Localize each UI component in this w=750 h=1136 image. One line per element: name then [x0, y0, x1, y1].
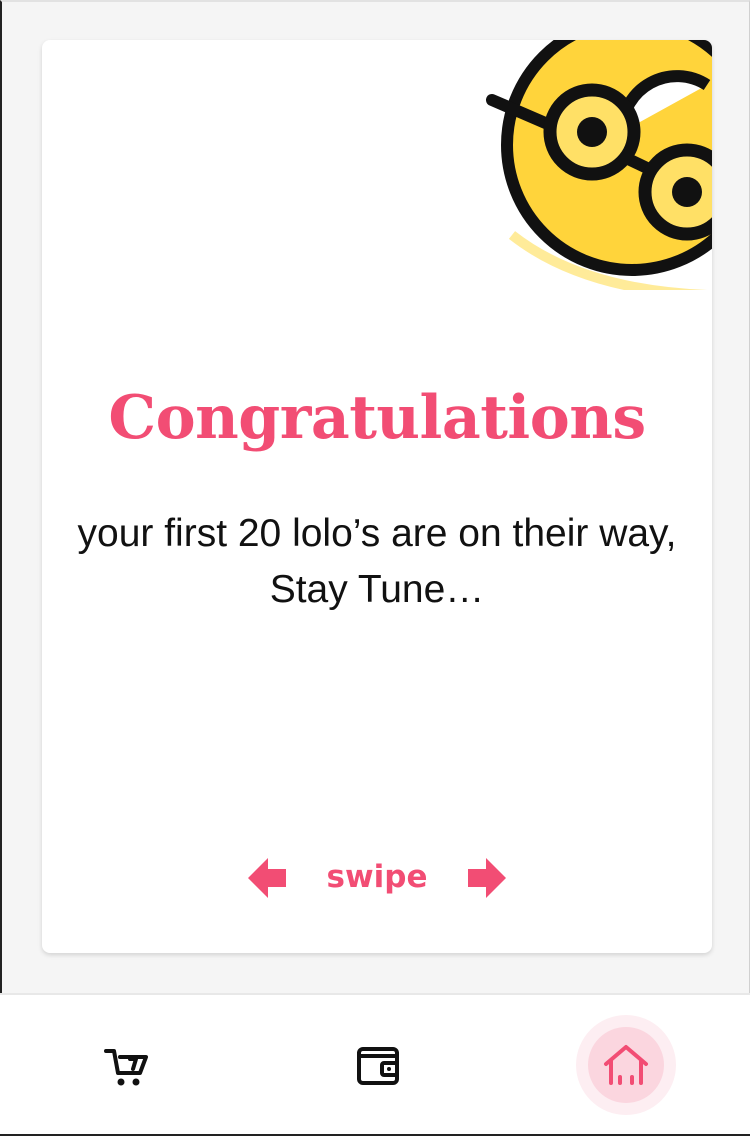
nav-wallet-button[interactable]	[352, 1043, 404, 1089]
bottom-navigation	[0, 993, 750, 1136]
swipe-label: swipe	[326, 859, 428, 895]
wallet-icon	[357, 1047, 399, 1085]
congrats-message: your first 20 lolo’s are on their way, S…	[77, 512, 677, 611]
cart-icon	[104, 1049, 148, 1086]
nav-home-button[interactable]	[576, 1015, 676, 1115]
swipe-control: swipe	[42, 848, 712, 904]
nerd-face-emoji-icon	[486, 40, 712, 290]
nav-cart-button[interactable]	[100, 1043, 152, 1089]
congrats-title: Congratulations	[108, 383, 646, 453]
arrow-right-icon[interactable]	[468, 858, 506, 898]
congrats-card[interactable]: Congratulations your first 20 lolo’s are…	[42, 40, 712, 953]
home-icon	[604, 1045, 648, 1085]
arrow-left-icon[interactable]	[248, 858, 286, 898]
